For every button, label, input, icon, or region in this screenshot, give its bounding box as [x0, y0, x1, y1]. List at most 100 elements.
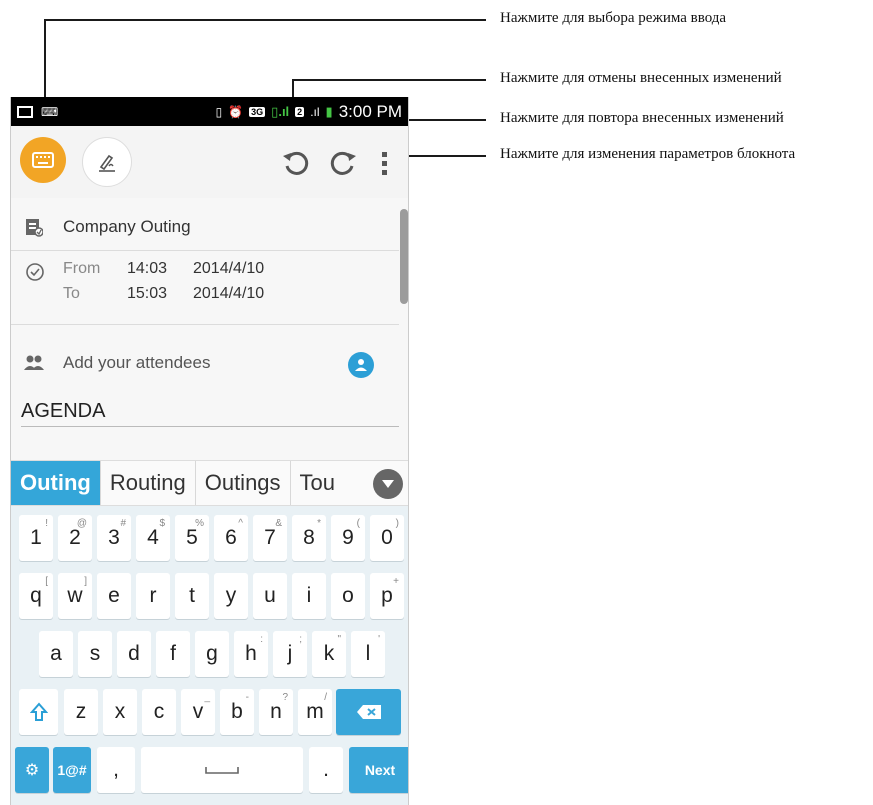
- draw-mode-button[interactable]: [82, 137, 132, 187]
- chevron-down-icon: [382, 480, 394, 488]
- key-w[interactable]: w]: [58, 573, 92, 619]
- key-hint: #: [120, 518, 126, 529]
- signal-1-icon: ▯.ıl: [271, 103, 290, 119]
- comma-key[interactable]: ,: [97, 747, 135, 793]
- key-a[interactable]: a: [39, 631, 73, 677]
- signal-2-icon: .ıl: [310, 104, 320, 119]
- input-mode-button[interactable]: [20, 137, 66, 183]
- event-title-row[interactable]: Company Outing: [11, 208, 399, 246]
- key-d[interactable]: d: [117, 631, 151, 677]
- key-hint: /: [324, 692, 327, 703]
- key-1[interactable]: 1!: [19, 515, 53, 561]
- key-label: j: [287, 642, 293, 665]
- key-label: e: [108, 584, 120, 607]
- key-label: z: [75, 700, 87, 723]
- key-u[interactable]: u: [253, 573, 287, 619]
- space-key[interactable]: [141, 747, 303, 793]
- suggestion-item[interactable]: Routing: [101, 461, 196, 505]
- key-i[interactable]: i: [292, 573, 326, 619]
- suggestion-item[interactable]: Outing: [11, 461, 101, 505]
- key-label: v: [192, 700, 204, 723]
- key-label: f: [170, 642, 176, 665]
- key-label: .: [323, 758, 329, 781]
- event-time[interactable]: From 14:03 2014/4/10 To 15:03 2014/4/10: [11, 254, 399, 314]
- agenda-text[interactable]: AGENDA: [21, 400, 399, 427]
- scrollbar[interactable]: [400, 209, 408, 304]
- key-0[interactable]: 0): [370, 515, 404, 561]
- people-icon: [23, 352, 45, 374]
- key-label: 6: [225, 526, 237, 549]
- undo-icon: [283, 151, 309, 175]
- key-label: t: [189, 584, 195, 607]
- attendees-row[interactable]: Add your attendees: [11, 343, 399, 383]
- backspace-key[interactable]: [336, 689, 401, 735]
- key-y[interactable]: y: [214, 573, 248, 619]
- key-j[interactable]: j;: [273, 631, 307, 677]
- key-r[interactable]: r: [136, 573, 170, 619]
- key-2[interactable]: 2 @: [58, 515, 92, 561]
- key-n[interactable]: n?: [259, 689, 293, 735]
- key-label: ,: [113, 758, 119, 781]
- to-time: 15:03: [127, 285, 168, 302]
- key-e[interactable]: e: [97, 573, 131, 619]
- redo-button[interactable]: [326, 146, 360, 180]
- key-label: r: [149, 584, 157, 607]
- key-label: Next: [364, 762, 396, 778]
- clock-icon: [25, 262, 45, 287]
- key-3[interactable]: 3 #: [97, 515, 131, 561]
- next-key[interactable]: Next: [349, 747, 408, 793]
- suggestion-item[interactable]: Outings: [196, 461, 291, 505]
- key-v[interactable]: v _: [181, 689, 215, 735]
- notebook-settings-button[interactable]: [375, 146, 395, 180]
- key-9[interactable]: 9(: [331, 515, 365, 561]
- key-h[interactable]: h:: [234, 631, 268, 677]
- key-l[interactable]: l ': [351, 631, 385, 677]
- key-7[interactable]: 7 &: [253, 515, 287, 561]
- key-hint: _: [204, 692, 210, 703]
- callout-undo: Нажмите для отмены внесенных изменений: [500, 70, 782, 86]
- key-s[interactable]: s: [78, 631, 112, 677]
- gear-icon: ⚙: [24, 762, 40, 779]
- symbols-key[interactable]: 1@#: [53, 747, 91, 793]
- key-hint: *: [317, 518, 321, 529]
- key-label: k: [323, 642, 335, 665]
- key-b[interactable]: b-: [220, 689, 254, 735]
- key-g[interactable]: g: [195, 631, 229, 677]
- key-q[interactable]: q[: [19, 573, 53, 619]
- soft-keyboard: 1! 2 @3 #4 $5% 6 ^ 7 & 8 * 9(0) q[w] e r t y u i o p + a s d f g h:…: [11, 506, 408, 805]
- key-5[interactable]: 5%: [175, 515, 209, 561]
- key-x[interactable]: x: [103, 689, 137, 735]
- key-4[interactable]: 4 $: [136, 515, 170, 561]
- phone-screen: ⌨ ▯ ⏰ 3G ▯.ıl 2 .ıl ▮ 3:00 PM Company Ou…: [10, 97, 409, 805]
- undo-button[interactable]: [279, 146, 313, 180]
- from-label: From: [63, 260, 101, 277]
- period-key[interactable]: .: [309, 747, 343, 793]
- key-p[interactable]: p +: [370, 573, 404, 619]
- expand-suggestions-button[interactable]: [373, 469, 403, 499]
- key-hint: +: [393, 576, 399, 587]
- key-hint: !: [45, 518, 48, 529]
- suggestion-item[interactable]: Tou: [291, 461, 344, 505]
- key-z[interactable]: z: [64, 689, 98, 735]
- key-c[interactable]: c: [142, 689, 176, 735]
- key-6[interactable]: 6 ^: [214, 515, 248, 561]
- key-k[interactable]: k ": [312, 631, 346, 677]
- key-t[interactable]: t: [175, 573, 209, 619]
- key-label: 1@#: [57, 762, 87, 778]
- key-8[interactable]: 8 *: [292, 515, 326, 561]
- key-label: 5: [186, 526, 198, 549]
- key-m[interactable]: m /: [298, 689, 332, 735]
- key-label: 9: [342, 526, 354, 549]
- draw-icon: [99, 154, 115, 172]
- key-label: b: [231, 700, 243, 723]
- settings-key[interactable]: ⚙: [15, 747, 49, 793]
- redo-icon: [330, 151, 356, 175]
- key-label: c: [153, 700, 165, 723]
- key-f[interactable]: f: [156, 631, 190, 677]
- key-o[interactable]: o: [331, 573, 365, 619]
- add-attendee-button[interactable]: [348, 352, 374, 378]
- shift-key[interactable]: [19, 689, 58, 735]
- key-label: d: [128, 642, 140, 665]
- key-hint: ?: [282, 692, 288, 703]
- key-label: a: [50, 642, 62, 665]
